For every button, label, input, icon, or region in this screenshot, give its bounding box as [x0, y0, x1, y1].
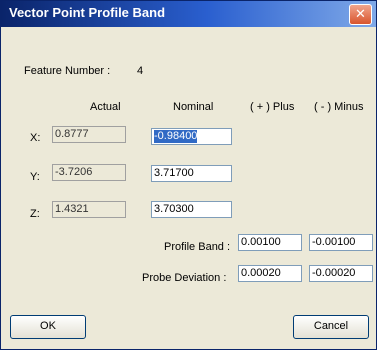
column-header-actual: Actual: [90, 101, 121, 113]
profile-band-minus-input[interactable]: -0.00100: [309, 234, 373, 251]
column-header-plus: ( + ) Plus: [250, 101, 295, 113]
actual-z-field: 1.4321: [52, 201, 126, 218]
feature-number-label: Feature Number :: [24, 65, 111, 77]
probe-deviation-minus-input[interactable]: -0.00020: [309, 265, 373, 282]
profile-band-label: Profile Band :: [164, 241, 231, 253]
cancel-button[interactable]: Cancel: [293, 315, 369, 339]
axis-label-z: Z:: [30, 208, 40, 220]
profile-band-plus-input[interactable]: 0.00100: [238, 234, 302, 251]
title-bar[interactable]: Vector Point Profile Band ✕: [1, 1, 376, 27]
close-button[interactable]: ✕: [349, 4, 372, 25]
axis-label-x: X:: [30, 132, 41, 144]
probe-deviation-plus-input[interactable]: 0.00020: [238, 265, 302, 282]
axis-label-y: Y:: [30, 171, 40, 183]
ok-button[interactable]: OK: [10, 315, 86, 339]
probe-deviation-label: Probe Deviation :: [142, 272, 227, 284]
window-title: Vector Point Profile Band: [9, 5, 166, 20]
feature-number-value: 4: [137, 65, 144, 77]
nominal-y-input[interactable]: 3.71700: [151, 165, 232, 182]
nominal-x-selected-text: -0.98400: [154, 130, 198, 143]
close-icon: ✕: [355, 7, 366, 22]
nominal-z-input[interactable]: 3.70300: [151, 201, 232, 218]
column-header-minus: ( - ) Minus: [314, 101, 364, 113]
dialog-window: Vector Point Profile Band ✕ Feature Numb…: [0, 0, 377, 350]
nominal-x-input[interactable]: -0.98400: [151, 128, 232, 145]
actual-y-field: -3.7206: [52, 164, 126, 181]
column-header-nominal: Nominal: [173, 101, 214, 113]
actual-x-field: 0.8777: [52, 126, 126, 143]
